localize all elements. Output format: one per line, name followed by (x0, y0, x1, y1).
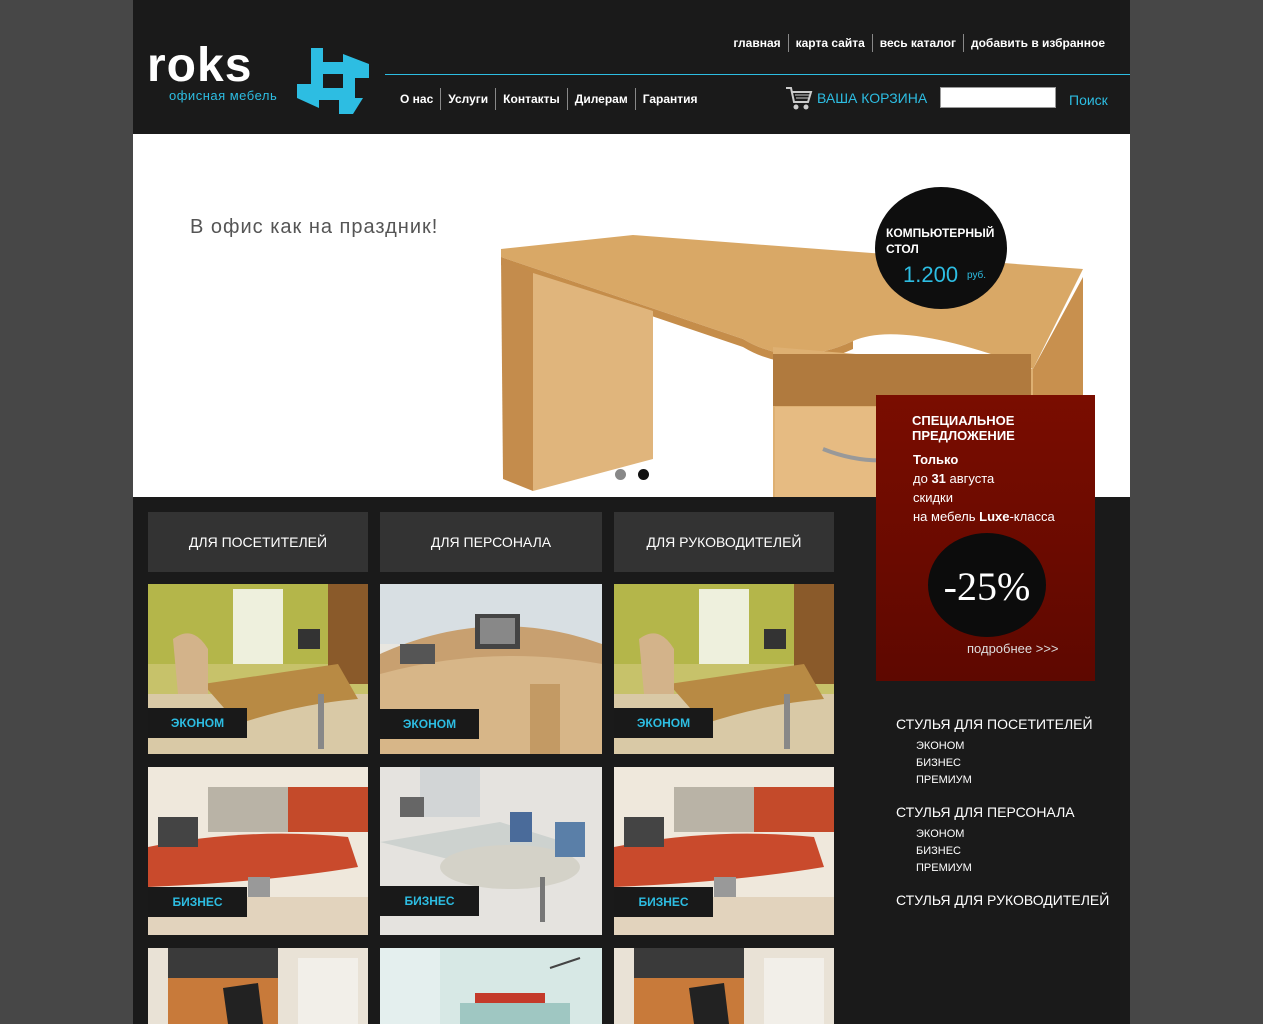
side-group-staff: СТУЛЬЯ ДЛЯ ПЕРСОНАЛА ЭКОНОМ БИЗНЕС ПРЕМИ… (896, 804, 1109, 877)
side-heading[interactable]: СТУЛЬЯ ДЛЯ РУКОВОДИТЕЛЕЙ (896, 892, 1109, 908)
logo-mark-icon (297, 48, 369, 114)
top-links: главная карта сайта весь каталог добавит… (726, 34, 1112, 52)
promo-line: на мебель Luxe-класса (913, 509, 1055, 524)
banner-slogan: В офис как на праздник! (190, 216, 439, 238)
price-value: 1.200 (903, 262, 959, 287)
cart-link[interactable]: ВАША КОРЗИНА (785, 84, 927, 112)
page-container: roks офисная мебель главная карта сайта … (133, 0, 1130, 1024)
office-photo (614, 948, 834, 1024)
nav-about[interactable]: О нас (393, 92, 440, 106)
slider-dot-1[interactable] (615, 469, 626, 480)
promo-date: 31 (931, 471, 946, 486)
price-title: КОМПЬЮТЕРНЫЙ СТОЛ (886, 226, 995, 256)
promo-title-line: СПЕЦИАЛЬНОЕ (912, 413, 1015, 428)
side-group-visitors: СТУЛЬЯ ДЛЯ ПОСЕТИТЕЛЕЙ ЭКОНОМ БИЗНЕС ПРЕ… (896, 716, 1109, 789)
product-tile[interactable] (614, 948, 834, 1024)
tile-label: БИЗНЕС (614, 887, 713, 917)
search-input[interactable] (940, 87, 1056, 108)
side-menu: СТУЛЬЯ ДЛЯ ПОСЕТИТЕЛЕЙ ЭКОНОМ БИЗНЕС ПРЕ… (896, 716, 1109, 923)
price-currency: руб. (967, 270, 987, 281)
logo[interactable]: roks офисная мебель (147, 28, 372, 114)
tile-label: ЭКОНОМ (148, 708, 247, 738)
promo-line: до 31 августа (913, 471, 994, 486)
promo-line: Только (913, 452, 959, 467)
nav-dealers[interactable]: Дилерам (568, 92, 635, 106)
tab-visitors[interactable]: ДЛЯ ПОСЕТИТЕЛЕЙ (148, 512, 368, 572)
nav-contacts[interactable]: Контакты (496, 92, 567, 106)
promo-line: скидки (913, 490, 953, 505)
main-nav: О нас Услуги Контакты Дилерам Гарантия (393, 88, 705, 110)
side-item[interactable]: БИЗНЕС (916, 755, 1109, 772)
product-tile[interactable]: БИЗНЕС (148, 767, 368, 935)
discount-value: -25% (943, 564, 1031, 609)
slider-dot-2[interactable] (638, 469, 649, 480)
logo-tagline: офисная мебель (169, 88, 278, 103)
side-heading[interactable]: СТУЛЬЯ ДЛЯ ПЕРСОНАЛА (896, 804, 1109, 820)
header-divider (385, 74, 1130, 75)
promo-text: до (913, 471, 932, 486)
logo-wordmark: roks (147, 39, 253, 92)
side-heading[interactable]: СТУЛЬЯ ДЛЯ ПОСЕТИТЕЛЕЙ (896, 716, 1109, 732)
promo-text: -класса (1009, 509, 1055, 524)
price-badge[interactable]: КОМПЬЮТЕРНЫЙ СТОЛ 1.200 руб. (875, 187, 1007, 309)
side-group-executives: СТУЛЬЯ ДЛЯ РУКОВОДИТЕЛЕЙ (896, 892, 1109, 908)
top-link-sitemap[interactable]: карта сайта (789, 36, 872, 50)
product-tile[interactable]: БИЗНЕС (614, 767, 834, 935)
discount-badge: -25% (928, 533, 1046, 637)
promo-brand: Luxe (979, 509, 1010, 524)
search-button[interactable]: Поиск (1069, 92, 1108, 108)
product-tile[interactable] (148, 948, 368, 1024)
tile-label: БИЗНЕС (148, 887, 247, 917)
cart-icon (786, 87, 813, 110)
product-tile[interactable]: ЭКОНОМ (614, 584, 834, 754)
promo-text: на мебель (913, 509, 980, 524)
office-photo (148, 948, 368, 1024)
side-item[interactable]: ЭКОНОМ (916, 826, 1109, 843)
side-item[interactable]: ПРЕМИУМ (916, 860, 1109, 877)
office-photo (380, 948, 602, 1024)
product-tile[interactable] (380, 948, 602, 1024)
promo-more-link[interactable]: подробнее >>> (967, 641, 1059, 656)
product-tile[interactable]: БИЗНЕС (380, 767, 602, 935)
nav-warranty[interactable]: Гарантия (636, 92, 705, 106)
top-link-catalog[interactable]: весь каталог (873, 36, 963, 50)
tab-executives[interactable]: ДЛЯ РУКОВОДИТЕЛЕЙ (614, 512, 834, 572)
tile-label: ЭКОНОМ (614, 708, 713, 738)
side-item[interactable]: ПРЕМИУМ (916, 772, 1109, 789)
cart-label: ВАША КОРЗИНА (817, 90, 928, 106)
tile-label: БИЗНЕС (380, 886, 479, 916)
product-tile[interactable]: ЭКОНОМ (148, 584, 368, 754)
nav-services[interactable]: Услуги (441, 92, 495, 106)
top-link-home[interactable]: главная (726, 36, 787, 50)
promo-title: СПЕЦИАЛЬНОЕ ПРЕДЛОЖЕНИЕ (912, 413, 1015, 443)
tile-label: ЭКОНОМ (380, 709, 479, 739)
side-item[interactable]: БИЗНЕС (916, 843, 1109, 860)
special-offer-box[interactable]: СПЕЦИАЛЬНОЕ ПРЕДЛОЖЕНИЕ Только до 31 авг… (876, 395, 1095, 681)
side-item[interactable]: ЭКОНОМ (916, 738, 1109, 755)
tab-staff[interactable]: ДЛЯ ПЕРСОНАЛА (380, 512, 602, 572)
top-link-favorites[interactable]: добавить в избранное (964, 36, 1112, 50)
promo-text: августа (945, 471, 995, 486)
promo-title-line: ПРЕДЛОЖЕНИЕ (912, 428, 1015, 443)
product-tile[interactable]: ЭКОНОМ (380, 584, 602, 754)
